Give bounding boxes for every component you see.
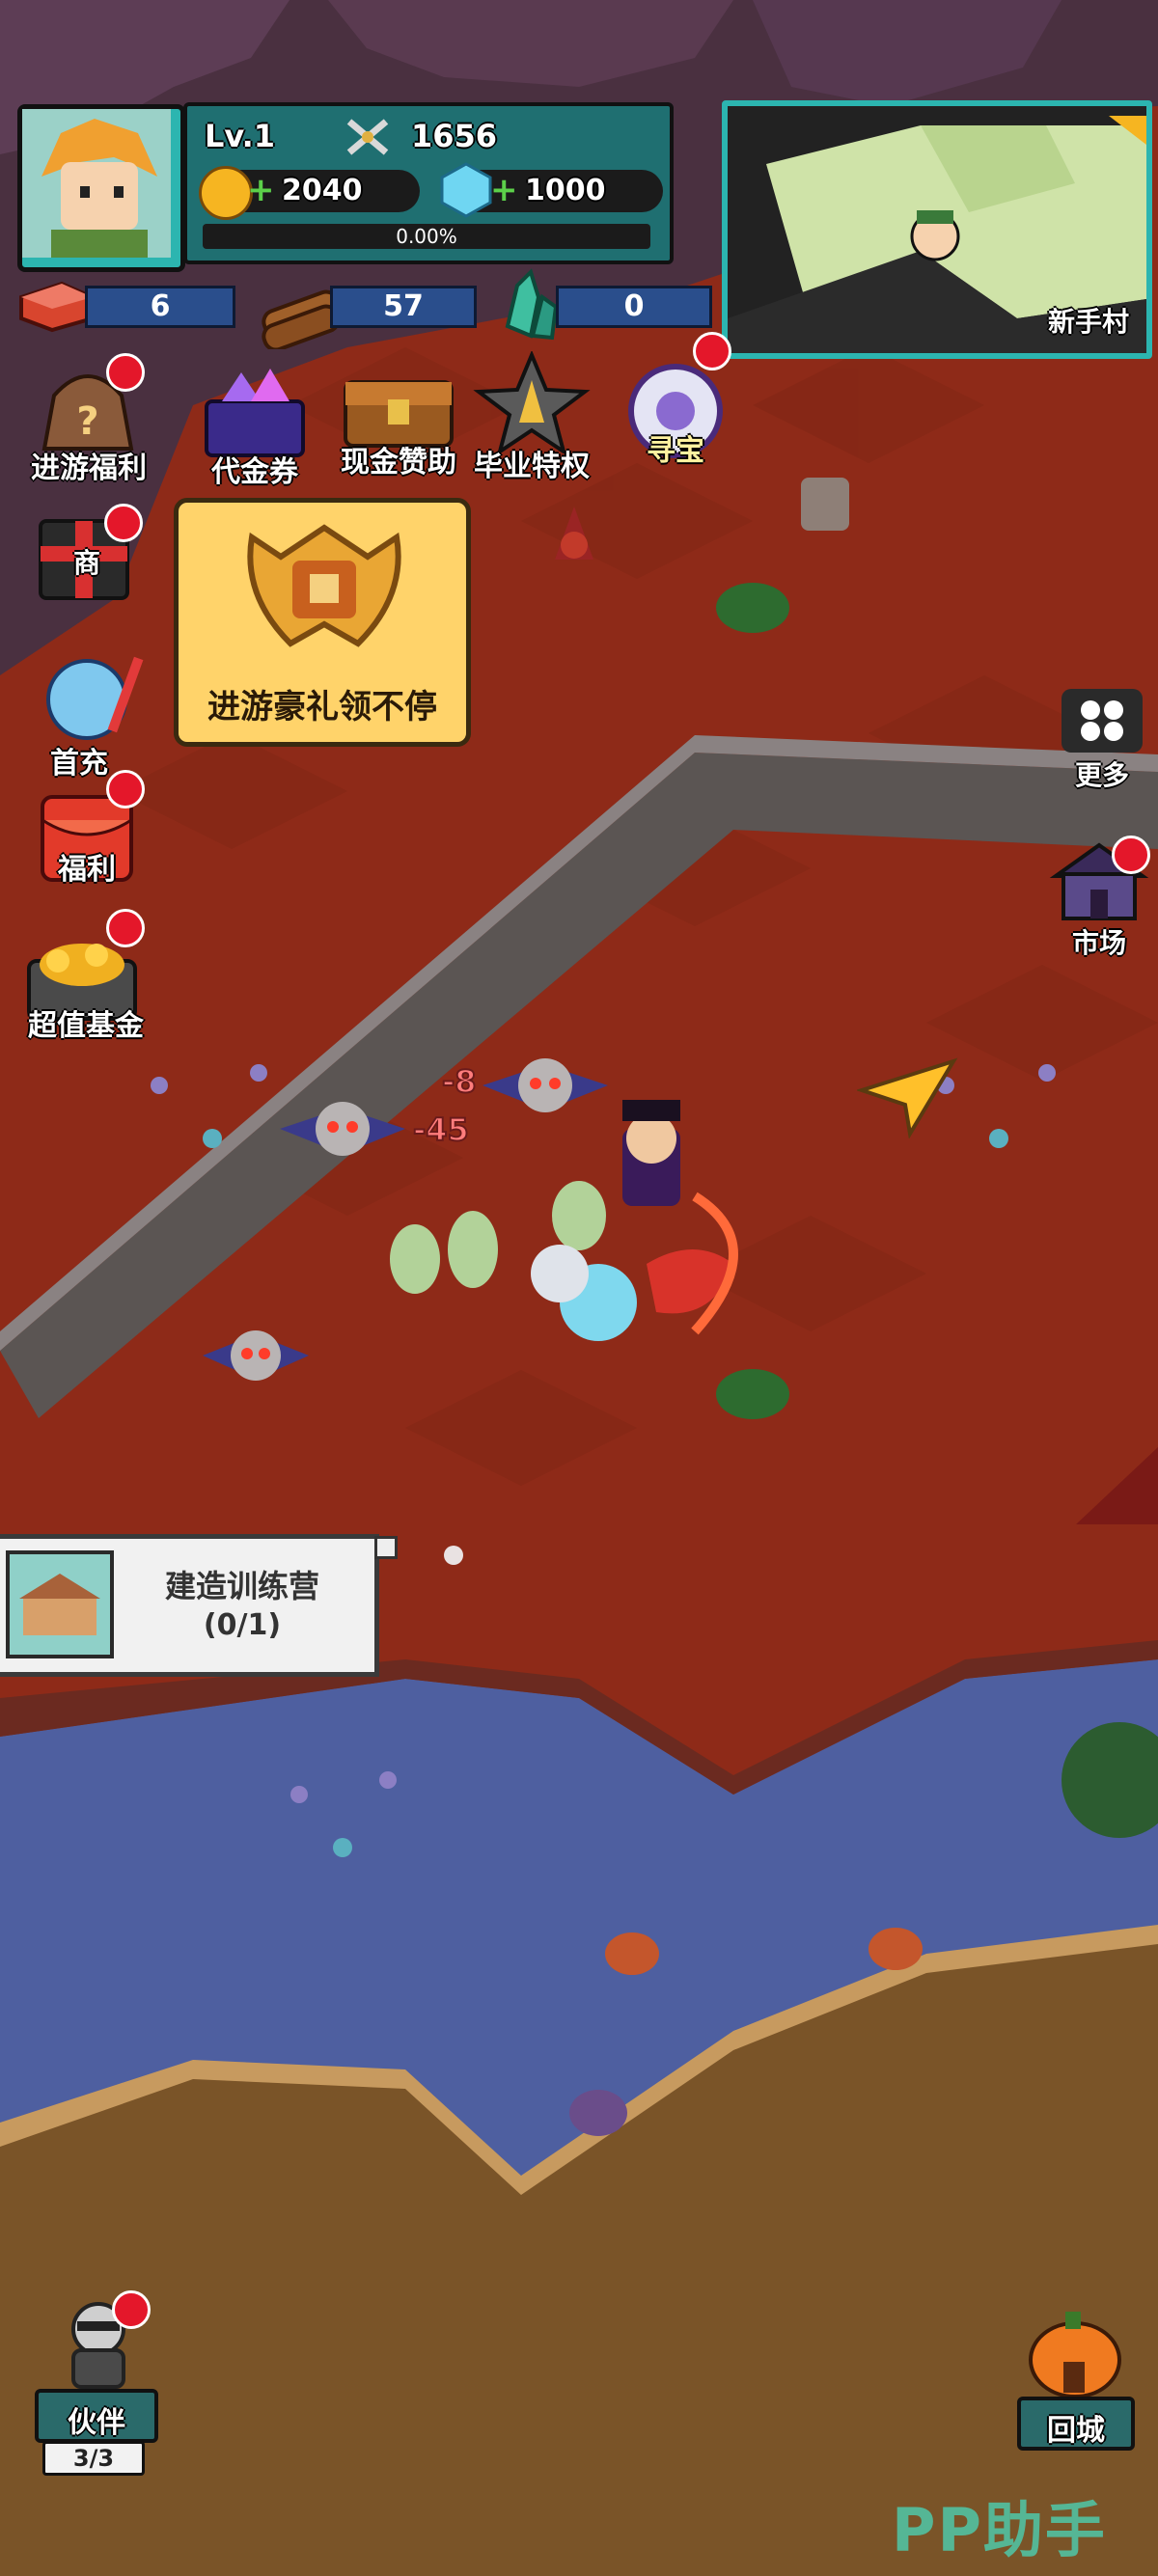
damage-number: -45 (413, 1111, 469, 1148)
partner-tag: 伙伴 (35, 2389, 158, 2443)
notification-dot (1112, 836, 1150, 874)
promo-text: 进游豪礼领不停 (207, 688, 437, 726)
crossed-swords-icon (346, 119, 389, 155)
return-city-button[interactable]: 回城 (1017, 2306, 1135, 2451)
shop-label: 商 (72, 547, 100, 579)
voucher-button[interactable]: 代金券 (193, 363, 318, 489)
notification-dot (106, 770, 145, 808)
star-badge-icon (473, 349, 591, 456)
add-diamond-icon[interactable]: + (490, 174, 518, 206)
enter-welfare-label: 进游福利 (31, 452, 147, 485)
notification-dot (104, 504, 143, 542)
treasure-hunt-label: 寻宝 (647, 434, 704, 468)
diamond-amount: 1000 (525, 174, 606, 207)
notification-dot (112, 2290, 151, 2329)
more-grid-icon (1062, 689, 1143, 753)
quest-panel[interactable]: 建造训练营 (0/1) (0, 1534, 379, 1677)
training-camp-icon (6, 1550, 114, 1658)
gold-amount: 2040 (282, 174, 363, 207)
graduation-privilege-label: 毕业特权 (474, 450, 590, 483)
thorn-monster[interactable] (545, 502, 603, 569)
diamond-icon (440, 162, 492, 218)
meat-count: 6 (85, 286, 235, 328)
exp-bar: 0.00% (203, 224, 650, 249)
cash-support-label: 现金赞助 (341, 446, 456, 480)
combat-power: 1656 (411, 118, 498, 154)
player-avatar[interactable] (17, 104, 185, 272)
minimap-location: 新手村 (1047, 306, 1129, 338)
svg-text:?: ? (76, 399, 98, 444)
return-city-label: 回城 (1047, 2414, 1105, 2448)
value-fund-label: 超值基金 (28, 1009, 144, 1043)
battle-scene: -8 -45 (203, 1058, 738, 1381)
direction-arrow-icon[interactable] (857, 1052, 963, 1138)
wood-count: 57 (330, 286, 477, 328)
gold-bar[interactable]: + 2040 (199, 166, 420, 220)
diamond-bar[interactable]: + 1000 (440, 162, 663, 218)
notification-dot (106, 909, 145, 947)
promo-popup[interactable]: 进游豪礼领不停 (174, 498, 471, 747)
crystal-icon (505, 268, 559, 341)
market-label: 市场 (1071, 927, 1126, 959)
bat-enemy[interactable] (482, 1058, 608, 1112)
add-gold-icon[interactable]: + (247, 174, 275, 206)
voucher-label: 代金券 (211, 455, 298, 489)
minimap[interactable]: 新手村 (722, 100, 1152, 359)
welfare-label: 福利 (58, 853, 116, 887)
player-stats-panel: Lv.1 1656 + 2040 + 1000 0.00% (183, 102, 674, 264)
quest-corner-marker (374, 1536, 398, 1559)
damage-number: -8 (442, 1063, 477, 1100)
partner-count: 3/3 (42, 2441, 145, 2476)
trophy-badge-icon (247, 524, 401, 647)
notification-dot (106, 353, 145, 392)
bat-enemy[interactable] (203, 1330, 309, 1381)
ice-hero-icon (46, 656, 144, 740)
cash-support-button[interactable]: 现金赞助 (334, 357, 463, 482)
player-level: Lv.1 (205, 118, 276, 154)
return-city-tag: 回城 (1017, 2397, 1135, 2451)
pumpkin-house-icon (1029, 2312, 1121, 2398)
partner-label: 伙伴 (68, 2406, 125, 2440)
bat-enemy[interactable] (280, 1102, 405, 1156)
watermark-text: PP助手 (892, 2495, 1107, 2565)
treasure-hunt-button[interactable]: 寻宝 (618, 363, 733, 488)
first-charge-button[interactable]: 首充 (19, 646, 154, 781)
graduation-privilege-button[interactable]: 毕业特权 (467, 349, 596, 483)
welfare-button[interactable]: 福利 (29, 791, 145, 907)
more-button[interactable]: 更多 (1056, 687, 1148, 793)
gem-chest-icon (205, 369, 305, 457)
more-label: 更多 (1074, 759, 1129, 791)
quest-progress: (0/1) (203, 1608, 282, 1642)
exp-percent: 0.00% (396, 225, 457, 248)
quest-title: 建造训练营 (164, 1568, 319, 1604)
crystal-count: 0 (556, 286, 712, 328)
gold-coin-icon (199, 166, 253, 220)
